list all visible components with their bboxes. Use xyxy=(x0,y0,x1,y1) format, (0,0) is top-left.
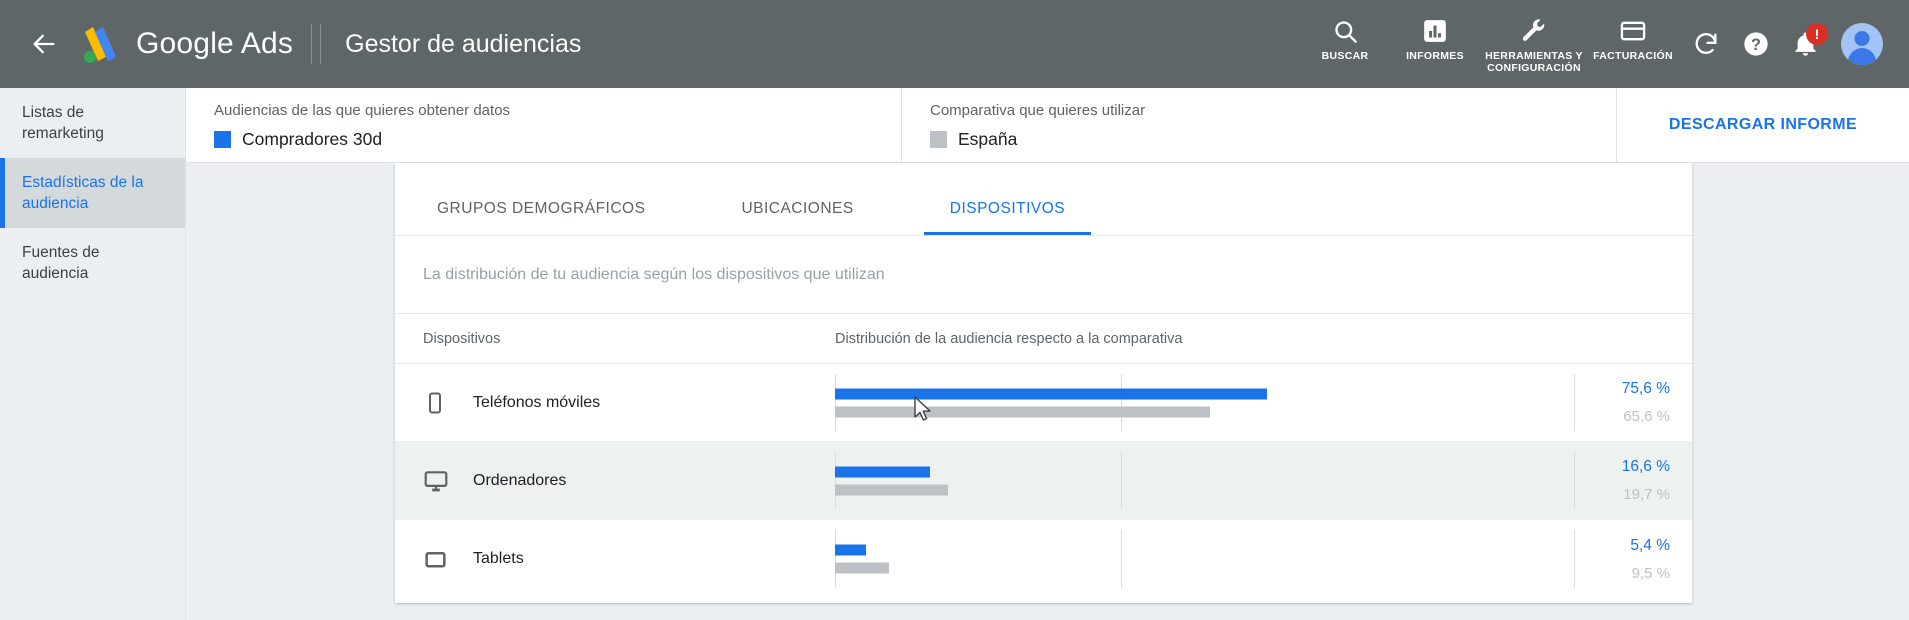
table-row[interactable]: Tablets 5,4 % 9,5 % xyxy=(395,520,1692,598)
row-audience-value: 5,4 % xyxy=(1630,536,1670,554)
avatar[interactable] xyxy=(1841,23,1883,65)
bar-benchmark xyxy=(835,484,948,495)
help-button[interactable]: ? xyxy=(1742,30,1770,58)
card-description: La distribución de tu audiencia según lo… xyxy=(395,236,1692,314)
reports-bar-chart-icon xyxy=(1422,16,1448,46)
sidebar-item-remarketing-lists[interactable]: Listas de remarketing xyxy=(0,88,185,158)
tab-label: UBICACIONES xyxy=(741,200,854,217)
row-device-cell: Tablets xyxy=(395,520,835,598)
top-app-bar: Google Ads Gestor de audiencias BUSCAR I… xyxy=(0,0,1909,88)
table-row[interactable]: Ordenadores 16,6 % 19,7 % xyxy=(395,442,1692,520)
toolbar-actions: BUSCAR INFORMES HERRAMIENTAS Y CONFIGURA… xyxy=(1300,0,1678,88)
download-report-button[interactable]: DESCARGAR INFORME xyxy=(1669,116,1857,134)
search-button[interactable]: BUSCAR xyxy=(1300,12,1390,62)
tools-settings-label: HERRAMIENTAS Y CONFIGURACIÓN xyxy=(1485,50,1583,74)
row-bars xyxy=(835,544,1574,574)
bar-benchmark xyxy=(835,406,1211,417)
row-device-cell: Ordenadores xyxy=(395,442,835,519)
credit-card-icon xyxy=(1619,16,1647,46)
refresh-button[interactable] xyxy=(1692,30,1720,58)
audience-selector-label: Audiencias de las que quieres obtener da… xyxy=(214,102,511,119)
benchmark-selector[interactable]: Comparativa que quieres utilizar España xyxy=(901,88,1616,162)
tab-label: DISPOSITIVOS xyxy=(949,200,1066,217)
row-audience-value: 75,6 % xyxy=(1621,380,1670,397)
row-values-cell: 5,4 % 9,5 % xyxy=(1574,530,1692,588)
tab-devices[interactable]: DISPOSITIVOS xyxy=(923,200,1092,235)
notifications-button[interactable]: ! xyxy=(1792,22,1828,58)
row-bars xyxy=(835,466,1574,495)
table-row[interactable]: Teléfonos móviles 75,6 % 65,6 % xyxy=(395,364,1692,442)
audience-selector[interactable]: Audiencias de las que quieres obtener da… xyxy=(186,88,901,162)
bar-benchmark xyxy=(835,562,890,574)
card-tabs: GRUPOS DEMOGRÁFICOS UBICACIONES DISPOSIT… xyxy=(395,163,1692,236)
wrench-tools-icon xyxy=(1520,16,1548,46)
benchmark-color-swatch xyxy=(930,131,947,148)
row-audience-value: 16,6 % xyxy=(1621,458,1670,475)
row-benchmark-value: 19,7 % xyxy=(1623,486,1670,503)
search-icon xyxy=(1332,16,1359,46)
bar-audience xyxy=(835,388,1268,399)
sidebar-item-audience-sources[interactable]: Fuentes de audiencia xyxy=(0,228,185,298)
table-header-row: Dispositivos Distribución de la audienci… xyxy=(395,314,1692,364)
sidebar-item-label: Fuentes de audiencia xyxy=(22,244,100,282)
tab-label: GRUPOS DEMOGRÁFICOS xyxy=(437,200,646,217)
sidebar-item-label: Estadísticas de la audiencia xyxy=(22,174,144,212)
benchmark-selector-value: España xyxy=(958,129,1018,149)
tablet-icon xyxy=(423,547,467,572)
search-label: BUSCAR xyxy=(1321,50,1369,62)
row-device-label: Teléfonos móviles xyxy=(473,393,601,411)
brand-wordmark: Google Ads xyxy=(136,27,294,60)
row-benchmark-value: 9,5 % xyxy=(1631,564,1670,582)
column-header-distribution: Distribución de la audiencia respecto a … xyxy=(835,330,1183,347)
row-chart-cell xyxy=(835,520,1574,598)
billing-button[interactable]: FACTURACIÓN xyxy=(1588,12,1678,62)
divider xyxy=(320,24,322,64)
audience-color-swatch xyxy=(214,131,231,148)
billing-label: FACTURACIÓN xyxy=(1593,50,1673,62)
tab-demographics[interactable]: GRUPOS DEMOGRÁFICOS xyxy=(411,200,671,235)
row-values-cell: 16,6 % 19,7 % xyxy=(1574,452,1692,509)
row-device-label: Tablets xyxy=(473,550,524,567)
row-bars xyxy=(835,388,1574,417)
row-benchmark-value: 65,6 % xyxy=(1623,408,1670,425)
benchmark-selector-value-row: España xyxy=(930,129,1616,150)
back-arrow-icon[interactable] xyxy=(16,30,72,58)
desktop-monitor-icon xyxy=(423,468,467,494)
row-chart-cell xyxy=(835,442,1574,519)
benchmark-selector-label: Comparativa que quieres utilizar xyxy=(930,102,1146,119)
row-device-cell: Teléfonos móviles xyxy=(395,364,835,441)
audience-selector-value: Compradores 30d xyxy=(242,129,383,149)
sidebar-item-audience-insights[interactable]: Estadísticas de la audiencia xyxy=(0,158,185,228)
audience-selector-value-row: Compradores 30d xyxy=(214,129,901,150)
tab-locations[interactable]: UBICACIONES xyxy=(715,200,879,235)
row-values-cell: 75,6 % 65,6 % xyxy=(1574,374,1692,431)
google-ads-logo[interactable]: Google Ads xyxy=(76,24,293,64)
sidebar-item-label: Listas de remarketing xyxy=(22,104,104,142)
divider xyxy=(311,24,313,64)
filter-bar: Audiencias de las que quieres obtener da… xyxy=(186,88,1909,163)
left-sidebar: Listas de remarketing Estadísticas de la… xyxy=(0,88,186,620)
reports-button[interactable]: INFORMES xyxy=(1390,12,1480,62)
bar-audience xyxy=(835,466,930,477)
utility-actions: ? ! xyxy=(1692,22,1883,65)
notification-badge: ! xyxy=(1806,22,1828,45)
reports-label: INFORMES xyxy=(1406,50,1464,62)
bar-audience xyxy=(835,544,866,556)
svg-text:?: ? xyxy=(1751,36,1761,54)
row-chart-cell xyxy=(835,364,1574,441)
page-title: Gestor de audiencias xyxy=(345,29,582,58)
column-header-devices: Dispositivos xyxy=(423,330,501,347)
insights-card: GRUPOS DEMOGRÁFICOS UBICACIONES DISPOSIT… xyxy=(395,163,1692,603)
download-report-area: DESCARGAR INFORME xyxy=(1616,88,1909,162)
row-device-label: Ordenadores xyxy=(473,471,567,489)
tools-settings-button[interactable]: HERRAMIENTAS Y CONFIGURACIÓN xyxy=(1480,12,1588,74)
mobile-phone-icon xyxy=(423,391,467,415)
